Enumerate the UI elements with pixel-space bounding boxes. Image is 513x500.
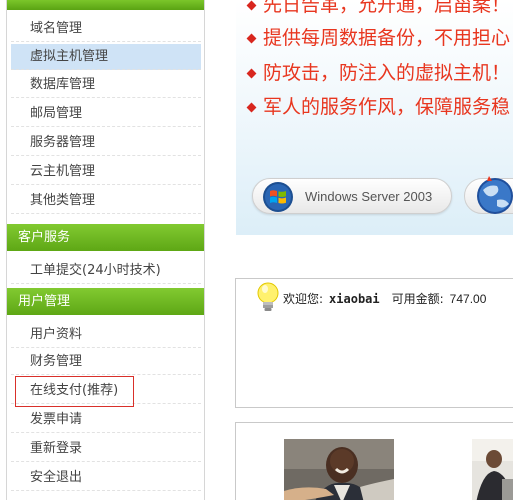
sidebar-item-finance[interactable]: 财务管理 xyxy=(11,349,201,375)
sidebar-item-user-profile[interactable]: 用户资料 xyxy=(11,322,201,348)
welcome-panel: 欢迎您: xiaobai 可用金额: 747.00 xyxy=(235,278,513,408)
welcome-text: 欢迎您: xiaobai 可用金额: 747.00 xyxy=(283,290,486,307)
username: xiaobai xyxy=(329,292,380,306)
sidebar: 域名管理 虚拟主机管理 数据库管理 邮局管理 服务器管理 云主机管理 其他类管理… xyxy=(6,0,205,500)
photo-panel xyxy=(235,422,513,500)
promo-line-1: 先日告革，允开通，启甾案！ xyxy=(246,0,510,17)
bullet-diamond-icon xyxy=(246,0,257,11)
sidebar-item-virtual-host[interactable]: 虚拟主机管理 xyxy=(11,44,201,70)
balance-value: 747.00 xyxy=(449,292,487,306)
greeting-label: 欢迎您: xyxy=(283,292,324,306)
sidebar-item-cloud-host[interactable]: 云主机管理 xyxy=(11,159,201,185)
sidebar-group-header-customer-service[interactable]: 客户服务 xyxy=(7,224,204,251)
handshake-photo xyxy=(284,439,394,500)
promo-line-3: 防攻击，防注入的虚拟主机！ xyxy=(246,58,510,85)
sidebar-item-mail[interactable]: 邮局管理 xyxy=(11,101,201,127)
sidebar-item-relogin[interactable]: 重新登录 xyxy=(11,436,201,462)
lightbulb-icon xyxy=(257,282,279,311)
windows-server-label: Windows Server 2003 xyxy=(305,189,433,204)
bullet-diamond-icon xyxy=(246,68,257,79)
sidebar-group-header-host xyxy=(7,0,204,10)
sidebar-item-server[interactable]: 服务器管理 xyxy=(11,130,201,156)
sidebar-item-domain[interactable]: 域名管理 xyxy=(11,16,201,42)
windows-logo-icon xyxy=(263,182,293,212)
sidebar-item-invoice[interactable]: 发票申请 xyxy=(11,407,201,433)
sidebar-item-other[interactable]: 其他类管理 xyxy=(11,188,201,214)
balance-label: 可用金额: xyxy=(391,292,444,306)
sidebar-item-ticket-submit[interactable]: 工单提交(24小时技术) xyxy=(11,258,201,284)
sidebar-group-header-user-management[interactable]: 用户管理 xyxy=(7,288,204,315)
promo-line-2: 提供每周数据备份，不用担心 xyxy=(246,23,510,50)
sidebar-item-database[interactable]: 数据库管理 xyxy=(11,72,201,98)
bullet-diamond-icon xyxy=(246,33,257,44)
sidebar-item-logout[interactable]: 安全退出 xyxy=(11,465,201,491)
promo-banner[interactable]: 先日告革，允开通，启甾案！ 提供每周数据备份，不用担心 防攻击，防注入的虚拟主机… xyxy=(236,0,513,235)
office-photo xyxy=(472,439,513,500)
globe-button[interactable] xyxy=(464,176,513,214)
windows-server-button[interactable]: Windows Server 2003 xyxy=(252,178,452,214)
promo-line-4: 军人的服务作风，保障服务稳 xyxy=(246,92,510,119)
bullet-diamond-icon xyxy=(246,102,257,113)
sidebar-item-online-payment[interactable]: 在线支付(推荐) xyxy=(11,378,201,404)
globe-icon xyxy=(477,176,513,214)
